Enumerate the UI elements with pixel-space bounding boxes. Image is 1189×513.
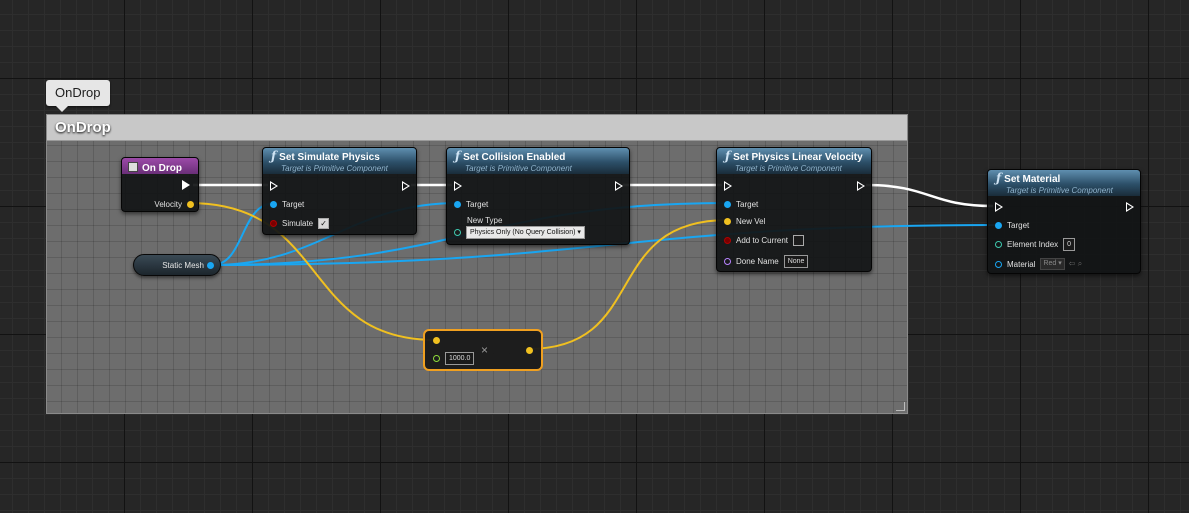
element-index-pin[interactable] bbox=[995, 240, 1002, 248]
material-dropdown[interactable]: Red ▾ bbox=[1040, 258, 1065, 270]
set-collision-enabled-node[interactable]: ƒ Set Collision Enabled Target is Primiti… bbox=[446, 147, 630, 245]
event-icon bbox=[128, 162, 138, 172]
static-mesh-label: Static Mesh bbox=[162, 261, 204, 270]
on-drop-title: On Drop bbox=[142, 163, 182, 174]
set-simulate-physics-node[interactable]: ƒ Set Simulate Physics Target is Primitiv… bbox=[262, 147, 417, 235]
set-simulate-physics-title: Set Simulate Physics bbox=[279, 152, 380, 163]
target-label: Target bbox=[282, 199, 305, 209]
add-to-current-pin-row: Add to Current bbox=[724, 233, 805, 247]
target-pin-row: Target bbox=[270, 197, 304, 211]
set-simulate-physics-header: ƒ Set Simulate Physics Target is Primitiv… bbox=[263, 148, 416, 174]
multiply-icon: × bbox=[481, 343, 489, 357]
target-label: Target bbox=[466, 199, 489, 209]
set-simulate-physics-subtitle: Target is Primitive Component bbox=[281, 164, 388, 173]
on-drop-header: On Drop bbox=[122, 158, 198, 174]
target-pin-row: Target bbox=[995, 218, 1029, 232]
new-type-dropdown[interactable]: Physics Only (No Query Collision) ▾ bbox=[466, 225, 585, 239]
done-name-label: Done Name bbox=[736, 256, 779, 266]
exec-in-pin[interactable] bbox=[724, 181, 732, 191]
set-physics-linear-velocity-subtitle: Target is Primitive Component bbox=[735, 164, 842, 173]
simulate-label: Simulate bbox=[282, 218, 314, 228]
done-name-input[interactable]: None bbox=[783, 254, 809, 268]
function-icon: ƒ bbox=[455, 149, 461, 163]
exec-out-pin[interactable] bbox=[182, 180, 190, 190]
multiply-node[interactable]: 1000.0 × bbox=[423, 329, 543, 371]
multiply-output-pin[interactable] bbox=[526, 347, 533, 354]
add-to-current-label: Add to Current bbox=[736, 235, 789, 245]
exec-out-pin[interactable] bbox=[1126, 202, 1134, 212]
simulate-pin-row: Simulate ✓ bbox=[270, 216, 330, 230]
target-label: Target bbox=[1007, 220, 1030, 230]
target-pin-row: Target bbox=[724, 197, 758, 211]
element-index-pin-row: Element Index 0 bbox=[995, 237, 1076, 251]
exec-out-pin[interactable] bbox=[615, 181, 623, 191]
velocity-pin[interactable] bbox=[187, 200, 194, 208]
multiply-input-a-pin[interactable] bbox=[433, 337, 440, 344]
multiply-input-b-row: 1000.0 bbox=[433, 351, 475, 365]
target-label: Target bbox=[736, 199, 759, 209]
comment-bubble[interactable]: OnDrop bbox=[46, 80, 110, 112]
static-mesh-variable-node[interactable]: Static Mesh bbox=[133, 254, 221, 276]
set-collision-enabled-subtitle: Target is Primitive Component bbox=[465, 164, 572, 173]
static-mesh-pin[interactable] bbox=[207, 262, 214, 269]
element-index-input[interactable]: 0 bbox=[1063, 237, 1076, 251]
velocity-pin-row: Velocity bbox=[154, 197, 194, 211]
set-physics-linear-velocity-title: Set Physics Linear Velocity bbox=[733, 152, 863, 163]
element-index-label: Element Index bbox=[1007, 239, 1059, 249]
exec-in-pin[interactable] bbox=[270, 181, 278, 191]
simulate-pin[interactable] bbox=[270, 219, 277, 227]
exec-in-pin[interactable] bbox=[995, 202, 1003, 212]
simulate-checkbox[interactable]: ✓ bbox=[318, 217, 330, 229]
exec-in-pin[interactable] bbox=[454, 181, 462, 191]
function-icon: ƒ bbox=[271, 149, 277, 163]
target-pin-row: Target bbox=[454, 197, 488, 211]
new-vel-label: New Vel bbox=[736, 216, 766, 226]
set-material-header: ƒ Set Material Target is Primitive Compon… bbox=[988, 170, 1140, 196]
done-name-pin[interactable] bbox=[724, 257, 731, 265]
set-material-node[interactable]: ƒ Set Material Target is Primitive Compon… bbox=[987, 169, 1141, 274]
target-pin[interactable] bbox=[995, 221, 1002, 229]
new-type-pin[interactable] bbox=[454, 228, 461, 236]
comment-resize-grip[interactable] bbox=[896, 402, 905, 411]
add-to-current-pin[interactable] bbox=[724, 236, 731, 244]
exec-out-pin[interactable] bbox=[402, 181, 410, 191]
exec-out-pin[interactable] bbox=[857, 181, 865, 191]
comment-title[interactable]: OnDrop bbox=[47, 115, 907, 141]
set-material-title: Set Material bbox=[1004, 174, 1061, 185]
multiply-value-input[interactable]: 1000.0 bbox=[445, 351, 475, 365]
on-drop-event-node[interactable]: On Drop Velocity bbox=[121, 157, 199, 212]
done-name-pin-row: Done Name None bbox=[724, 254, 809, 268]
velocity-label: Velocity bbox=[154, 199, 182, 209]
material-pin[interactable] bbox=[995, 260, 1002, 268]
function-icon: ƒ bbox=[996, 171, 1002, 185]
target-pin[interactable] bbox=[724, 200, 731, 208]
function-icon: ƒ bbox=[725, 149, 731, 163]
multiply-input-b-pin[interactable] bbox=[433, 354, 440, 362]
set-physics-linear-velocity-header: ƒ Set Physics Linear Velocity Target is P… bbox=[717, 148, 871, 174]
material-pin-row: Material Red ▾ ⇦ ⌕ bbox=[995, 257, 1082, 271]
new-type-pin-row: Physics Only (No Query Collision) ▾ bbox=[454, 225, 585, 239]
new-type-label: New Type bbox=[467, 216, 503, 225]
target-pin[interactable] bbox=[270, 200, 277, 208]
target-pin[interactable] bbox=[454, 200, 461, 208]
add-to-current-checkbox[interactable] bbox=[793, 234, 805, 246]
browse-icons[interactable]: ⇦ ⌕ bbox=[1069, 259, 1082, 269]
set-physics-linear-velocity-node[interactable]: ƒ Set Physics Linear Velocity Target is P… bbox=[716, 147, 872, 272]
set-material-subtitle: Target is Primitive Component bbox=[1006, 186, 1113, 195]
material-label: Material bbox=[1007, 259, 1036, 269]
new-vel-pin-row: New Vel bbox=[724, 214, 765, 228]
set-collision-enabled-header: ƒ Set Collision Enabled Target is Primiti… bbox=[447, 148, 629, 174]
new-vel-pin[interactable] bbox=[724, 217, 731, 225]
set-collision-enabled-title: Set Collision Enabled bbox=[463, 152, 566, 163]
